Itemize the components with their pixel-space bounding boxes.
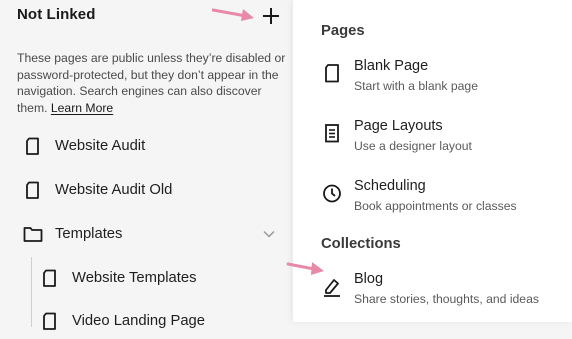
pages-heading: Pages bbox=[321, 23, 365, 39]
nav-item-label: Video Landing Page bbox=[72, 313, 206, 329]
folder-icon bbox=[23, 227, 43, 242]
nav-item-video-landing-page[interactable]: Video Landing Page bbox=[0, 303, 292, 339]
plus-icon bbox=[263, 8, 279, 24]
page-icon bbox=[26, 181, 39, 199]
not-linked-panel: Not Linked These pages are public unless… bbox=[0, 0, 300, 330]
annotation-arrow bbox=[212, 8, 254, 21]
blank-page-icon bbox=[325, 64, 339, 83]
menu-item-subtitle: Start with a blank page bbox=[354, 79, 478, 93]
annotation-arrow bbox=[286, 262, 324, 275]
nav-item-website-audit-old[interactable]: Website Audit Old bbox=[0, 172, 292, 208]
blog-pen-icon bbox=[324, 279, 340, 297]
not-linked-description: These pages are public unless they’re di… bbox=[17, 50, 292, 116]
menu-item-title: Page Layouts bbox=[354, 118, 443, 134]
add-page-menu: Pages Blank Page Start with a blank page… bbox=[293, 0, 572, 322]
page-icon bbox=[43, 312, 56, 330]
nav-item-label: Website Audit Old bbox=[55, 182, 173, 198]
menu-item-subtitle: Share stories, thoughts, and ideas bbox=[354, 292, 539, 306]
nav-item-templates-folder[interactable]: Templates bbox=[0, 216, 292, 252]
menu-item-page-layouts[interactable]: Page Layouts Use a designer layout bbox=[321, 118, 571, 164]
panel-title: Not Linked bbox=[17, 6, 96, 23]
nav-item-label: Templates bbox=[55, 226, 123, 242]
collections-heading: Collections bbox=[321, 236, 401, 252]
learn-more-link[interactable]: Learn More bbox=[51, 101, 113, 115]
menu-item-blog[interactable]: Blog Share stories, thoughts, and ideas bbox=[321, 271, 571, 317]
nav-item-label: Website Templates bbox=[72, 270, 197, 286]
menu-item-subtitle: Use a designer layout bbox=[354, 139, 472, 153]
chevron-down-icon[interactable] bbox=[262, 227, 276, 241]
layouts-icon bbox=[325, 124, 339, 143]
nav-item-website-templates[interactable]: Website Templates bbox=[0, 260, 292, 296]
menu-item-title: Blank Page bbox=[354, 58, 429, 74]
page-icon bbox=[26, 137, 39, 155]
page-icon bbox=[43, 269, 56, 287]
menu-item-title: Blog bbox=[354, 271, 384, 287]
clock-icon bbox=[323, 184, 341, 203]
menu-item-scheduling[interactable]: Scheduling Book appointments or classes bbox=[321, 178, 571, 224]
nav-item-label: Website Audit bbox=[55, 138, 146, 154]
menu-item-subtitle: Book appointments or classes bbox=[354, 199, 517, 213]
nav-item-website-audit[interactable]: Website Audit bbox=[0, 128, 292, 164]
menu-item-title: Scheduling bbox=[354, 178, 426, 194]
add-page-button[interactable] bbox=[259, 4, 283, 28]
menu-item-blank-page[interactable]: Blank Page Start with a blank page bbox=[321, 58, 571, 104]
